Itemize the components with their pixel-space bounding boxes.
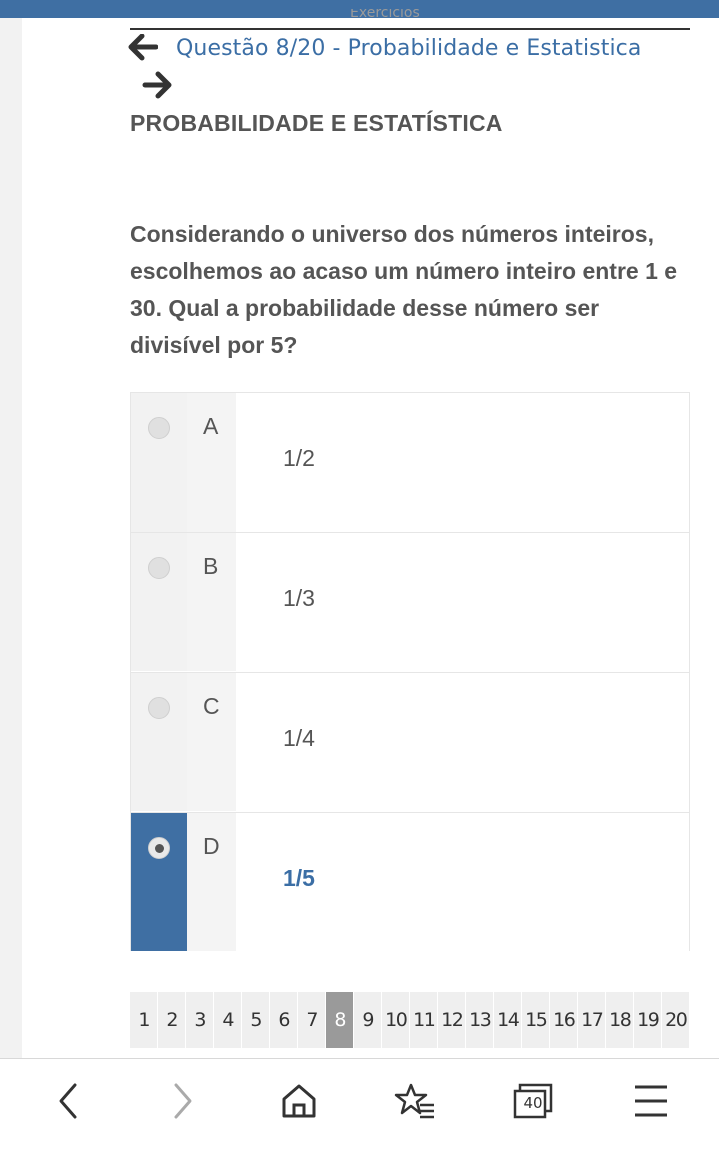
left-gutter <box>0 18 22 1058</box>
option-letter: B <box>203 553 219 579</box>
page-button[interactable]: 18 <box>606 992 634 1048</box>
radio-button[interactable] <box>148 697 170 719</box>
page-button[interactable]: 1 <box>130 992 158 1048</box>
back-icon[interactable] <box>40 1081 96 1131</box>
page-button[interactable]: 4 <box>214 992 242 1048</box>
page-button[interactable]: 9 <box>354 992 382 1048</box>
option-text: 1/3 <box>283 585 315 611</box>
question-pager: 1 2 3 4 5 6 7 8 9 10 11 12 13 14 15 16 17 18 19 20 <box>130 992 690 1048</box>
option-letter: A <box>203 413 219 439</box>
radio-button[interactable] <box>148 837 170 859</box>
page-button[interactable]: 6 <box>270 992 298 1048</box>
option-radio-column <box>131 813 187 951</box>
option-letter-column: D <box>187 813 236 951</box>
option-letter: C <box>203 693 220 719</box>
radio-button[interactable] <box>148 557 170 579</box>
question-nav-title[interactable]: Questão 8/20 - Probabilidade e Estatisti… <box>176 36 641 61</box>
option-letter-column: A <box>187 393 236 532</box>
page-button[interactable]: 3 <box>186 992 214 1048</box>
heading-divider <box>130 28 690 30</box>
forward-icon[interactable] <box>155 1081 211 1131</box>
tabs-icon[interactable]: 40 <box>505 1081 561 1131</box>
question-nav: Questão 8/20 - Probabilidade e Estatisti… <box>128 33 688 64</box>
option-c[interactable]: C 1/4 <box>131 672 689 811</box>
next-question-arrow-icon[interactable] <box>142 70 172 100</box>
radio-button[interactable] <box>148 417 170 439</box>
option-text-column: 1/4 <box>236 673 689 811</box>
option-text: 1/2 <box>283 445 315 471</box>
option-text: 1/5 <box>283 865 315 891</box>
option-b[interactable]: B 1/3 <box>131 532 689 671</box>
option-text-column: 1/2 <box>236 393 689 532</box>
page-button[interactable]: 5 <box>242 992 270 1048</box>
page-button[interactable]: 15 <box>522 992 550 1048</box>
option-text: 1/4 <box>283 725 315 751</box>
page-button[interactable]: 12 <box>438 992 466 1048</box>
page-button[interactable]: 17 <box>578 992 606 1048</box>
page-button[interactable]: 13 <box>466 992 494 1048</box>
page-heading-cut: Exercícios <box>350 9 420 19</box>
option-letter: D <box>203 833 220 859</box>
option-text-column: 1/3 <box>236 533 689 671</box>
subject-title: PROBABILIDADE E ESTATÍSTICA <box>130 110 503 136</box>
browser-toolbar: 40 <box>0 1059 719 1153</box>
option-letter-column: B <box>187 533 236 671</box>
answer-options: A 1/2 B 1/3 C 1/4 D 1/5 <box>130 392 690 951</box>
option-radio-column <box>131 673 187 811</box>
option-radio-column <box>131 393 187 532</box>
page-button[interactable]: 14 <box>494 992 522 1048</box>
home-icon[interactable] <box>271 1081 327 1131</box>
previous-question-arrow-icon[interactable] <box>128 33 159 62</box>
option-letter-column: C <box>187 673 236 811</box>
tab-count: 40 <box>523 1094 543 1112</box>
option-text-column: 1/5 <box>236 813 689 951</box>
page-button[interactable]: 19 <box>634 992 662 1048</box>
page-button[interactable]: 16 <box>550 992 578 1048</box>
page-button[interactable]: 8 <box>326 992 354 1048</box>
page-button[interactable]: 7 <box>298 992 326 1048</box>
option-radio-column <box>131 533 187 671</box>
menu-icon[interactable] <box>623 1081 679 1131</box>
option-a[interactable]: A 1/2 <box>131 393 689 532</box>
option-d[interactable]: D 1/5 <box>131 812 689 951</box>
page-button[interactable]: 20 <box>662 992 690 1048</box>
page-button[interactable]: 2 <box>158 992 186 1048</box>
page-button[interactable]: 10 <box>382 992 410 1048</box>
question-text: Considerando o universo dos números inte… <box>130 221 678 358</box>
page-button[interactable]: 11 <box>410 992 438 1048</box>
bookmark-star-icon[interactable] <box>388 1081 444 1131</box>
